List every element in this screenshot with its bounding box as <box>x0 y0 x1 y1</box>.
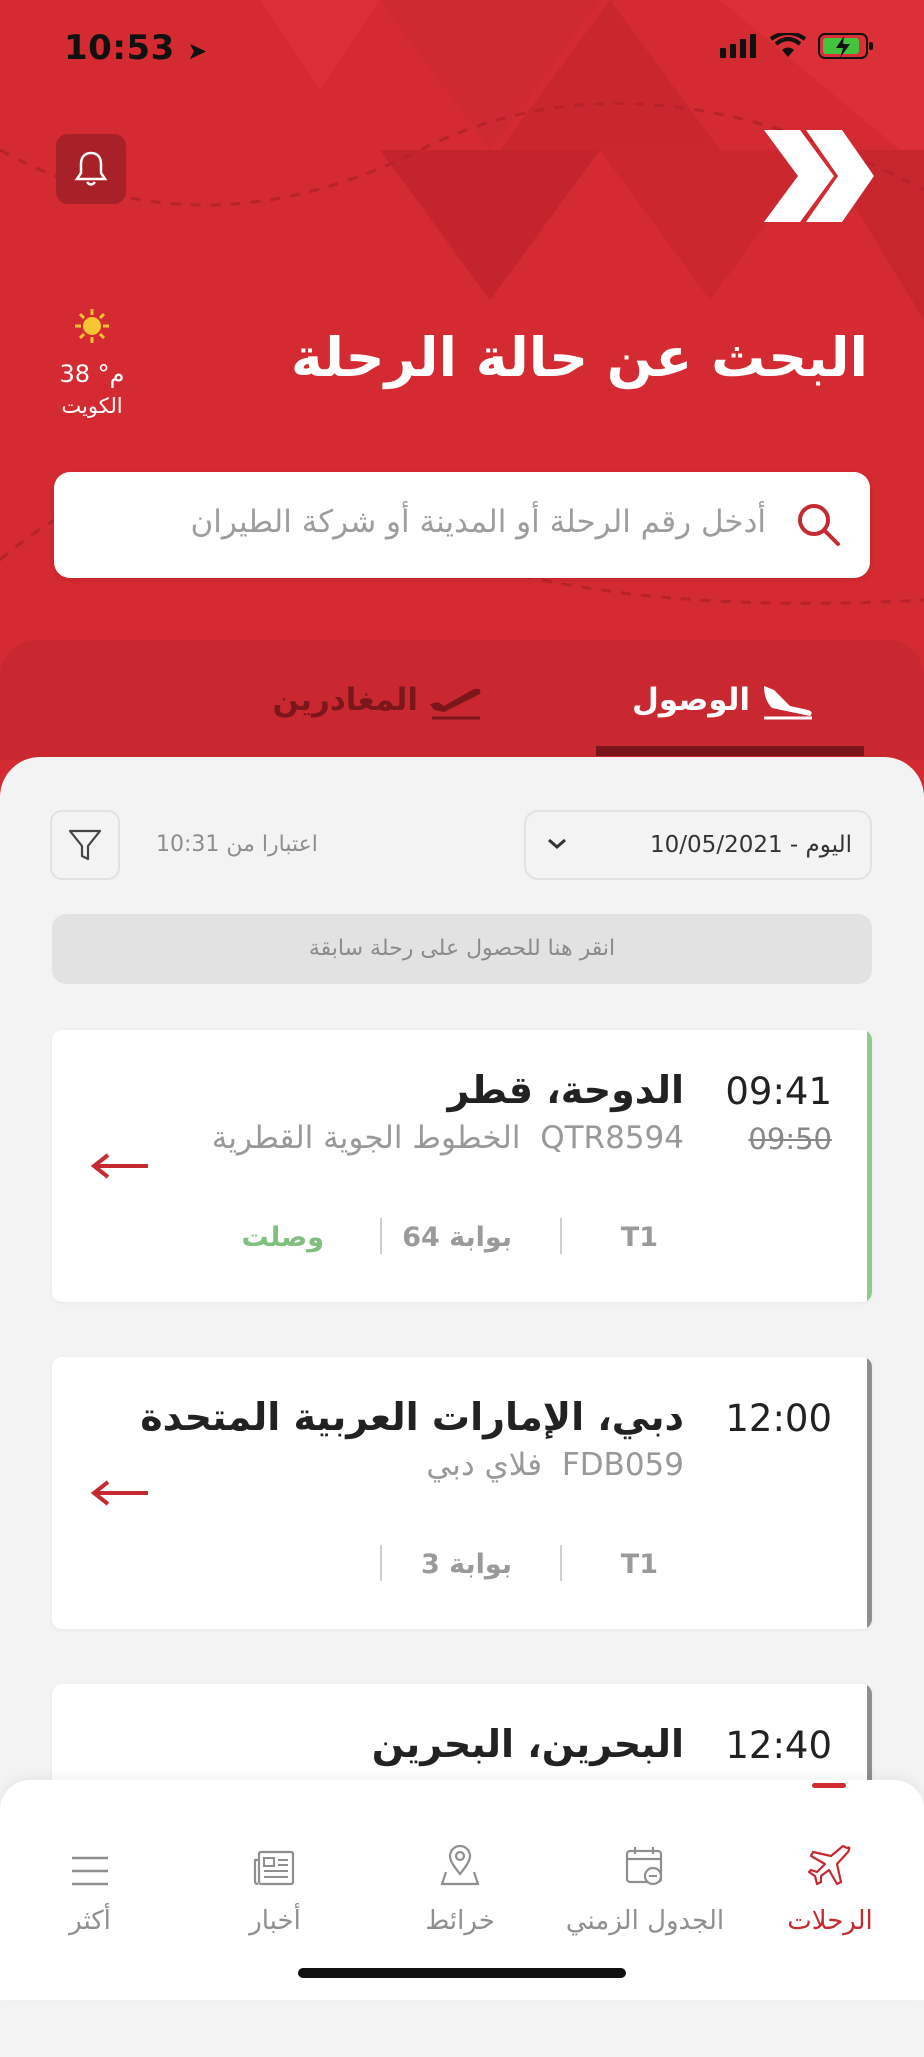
nav-news[interactable]: أخبار <box>185 1832 365 1936</box>
notifications-button[interactable] <box>56 134 126 204</box>
divider <box>380 1545 382 1581</box>
tab-arrivals[interactable]: الوصول <box>632 680 816 720</box>
tab-departures-label: المغادرين <box>272 682 418 718</box>
filter-icon <box>68 829 102 861</box>
flight-number: QTR8594 <box>540 1120 684 1156</box>
nav-active-indicator <box>812 1783 846 1788</box>
nav-flights[interactable]: الرحلات <box>740 1832 920 1936</box>
flight-gate: بوابة 3 <box>420 1549 512 1580</box>
nav-maps[interactable]: خرائط <box>370 1832 550 1936</box>
filter-button[interactable] <box>50 810 120 880</box>
date-dropdown-value: اليوم - 10/05/2021 <box>650 832 852 858</box>
weather-widget: 38 °م الكويت <box>50 308 134 418</box>
flight-terminal: T1 <box>620 1222 658 1253</box>
weather-temperature: 38 °م <box>59 360 125 388</box>
news-icon <box>253 1850 295 1886</box>
cellular-signal-icon <box>720 34 756 58</box>
flight-status: وصلت <box>241 1222 324 1253</box>
flight-time: 12:40 <box>725 1724 832 1767</box>
nav-maps-label: خرائط <box>425 1906 495 1936</box>
plane-landing-icon <box>764 686 812 720</box>
previous-flight-button[interactable]: انقر هنا للحصول على رحلة سابقة <box>52 914 872 984</box>
flight-card[interactable]: 12:00 دبي، الإمارات العربية المتحدة FDB0… <box>52 1357 872 1629</box>
tab-departures[interactable]: المغادرين <box>273 680 484 720</box>
arrow-left-icon <box>90 1153 148 1179</box>
search-icon <box>798 504 840 546</box>
flight-info: FDB059 فلاي دبي <box>426 1447 684 1483</box>
flight-number: FDB059 <box>561 1447 684 1483</box>
search-input[interactable]: أدخل رقم الرحلة أو المدينة أو شركة الطير… <box>54 472 870 578</box>
flight-info: QTR8594 الخطوط الجوية القطرية <box>212 1120 684 1156</box>
plane-takeoff-icon <box>430 688 481 720</box>
flight-terminal: T1 <box>620 1549 658 1580</box>
flight-time: 09:41 <box>725 1070 832 1113</box>
flight-origin-city: دبي، الإمارات العربية المتحدة <box>140 1395 684 1439</box>
divider <box>560 1218 562 1254</box>
menu-icon <box>72 1856 108 1886</box>
status-time-text: 10:53 <box>64 28 175 68</box>
flight-airline: فلاي دبي <box>426 1447 543 1483</box>
last-updated-text: اعتبارا من 10:31 <box>156 832 318 857</box>
flight-origin-city: الدوحة، قطر <box>447 1068 685 1112</box>
home-indicator[interactable] <box>298 1968 626 1978</box>
sun-icon <box>75 309 109 343</box>
battery-charging-icon <box>818 33 873 59</box>
map-pin-icon <box>440 1844 480 1886</box>
status-edge <box>867 1357 872 1629</box>
nav-schedule-label: الجدول الزمني <box>565 1906 725 1936</box>
flight-card[interactable]: 09:41 09:50 الدوحة، قطر QTR8594 الخطوط ا… <box>52 1030 872 1302</box>
tab-arrivals-label: الوصول <box>632 682 750 718</box>
nav-news-label: أخبار <box>249 1906 301 1936</box>
divider <box>380 1218 382 1254</box>
flight-gate: بوابة 64 <box>402 1222 512 1253</box>
status-edge <box>867 1030 872 1302</box>
nav-more-label: أكثر <box>69 1906 111 1936</box>
location-arrow-icon: ➤ <box>187 37 208 65</box>
tab-active-indicator <box>596 746 864 756</box>
divider <box>560 1545 562 1581</box>
flight-time: 12:00 <box>725 1397 832 1440</box>
calendar-icon <box>625 1847 663 1886</box>
status-time: 10:53 ➤ <box>64 28 208 68</box>
bell-icon <box>74 151 108 186</box>
flight-airline: الخطوط الجوية القطرية <box>211 1120 521 1156</box>
flight-scheduled-time: 09:50 <box>748 1122 832 1156</box>
status-bar: 10:53 ➤ <box>0 0 924 100</box>
plane-icon <box>807 1844 851 1886</box>
app-logo <box>764 130 874 222</box>
weather-city: الكويت <box>61 394 123 418</box>
chevron-down-icon <box>548 838 566 849</box>
status-icons <box>720 32 874 60</box>
flight-tabs: الوصول المغادرين <box>0 640 924 760</box>
date-dropdown[interactable]: اليوم - 10/05/2021 <box>524 810 872 880</box>
nav-schedule[interactable]: الجدول الزمني <box>555 1832 735 1936</box>
search-placeholder: أدخل رقم الرحلة أو المدينة أو شركة الطير… <box>190 504 766 540</box>
nav-more[interactable]: أكثر <box>0 1832 180 1936</box>
bottom-navigation: الرحلات الجدول الزمني خرائط أخبار أكثر <box>0 1780 924 2000</box>
page-title: البحث عن حالة الرحلة <box>290 326 868 389</box>
wifi-icon <box>770 33 806 57</box>
nav-flights-label: الرحلات <box>787 1906 873 1936</box>
arrow-left-icon <box>90 1480 148 1506</box>
flight-origin-city: البحرين، البحرين <box>371 1722 684 1766</box>
